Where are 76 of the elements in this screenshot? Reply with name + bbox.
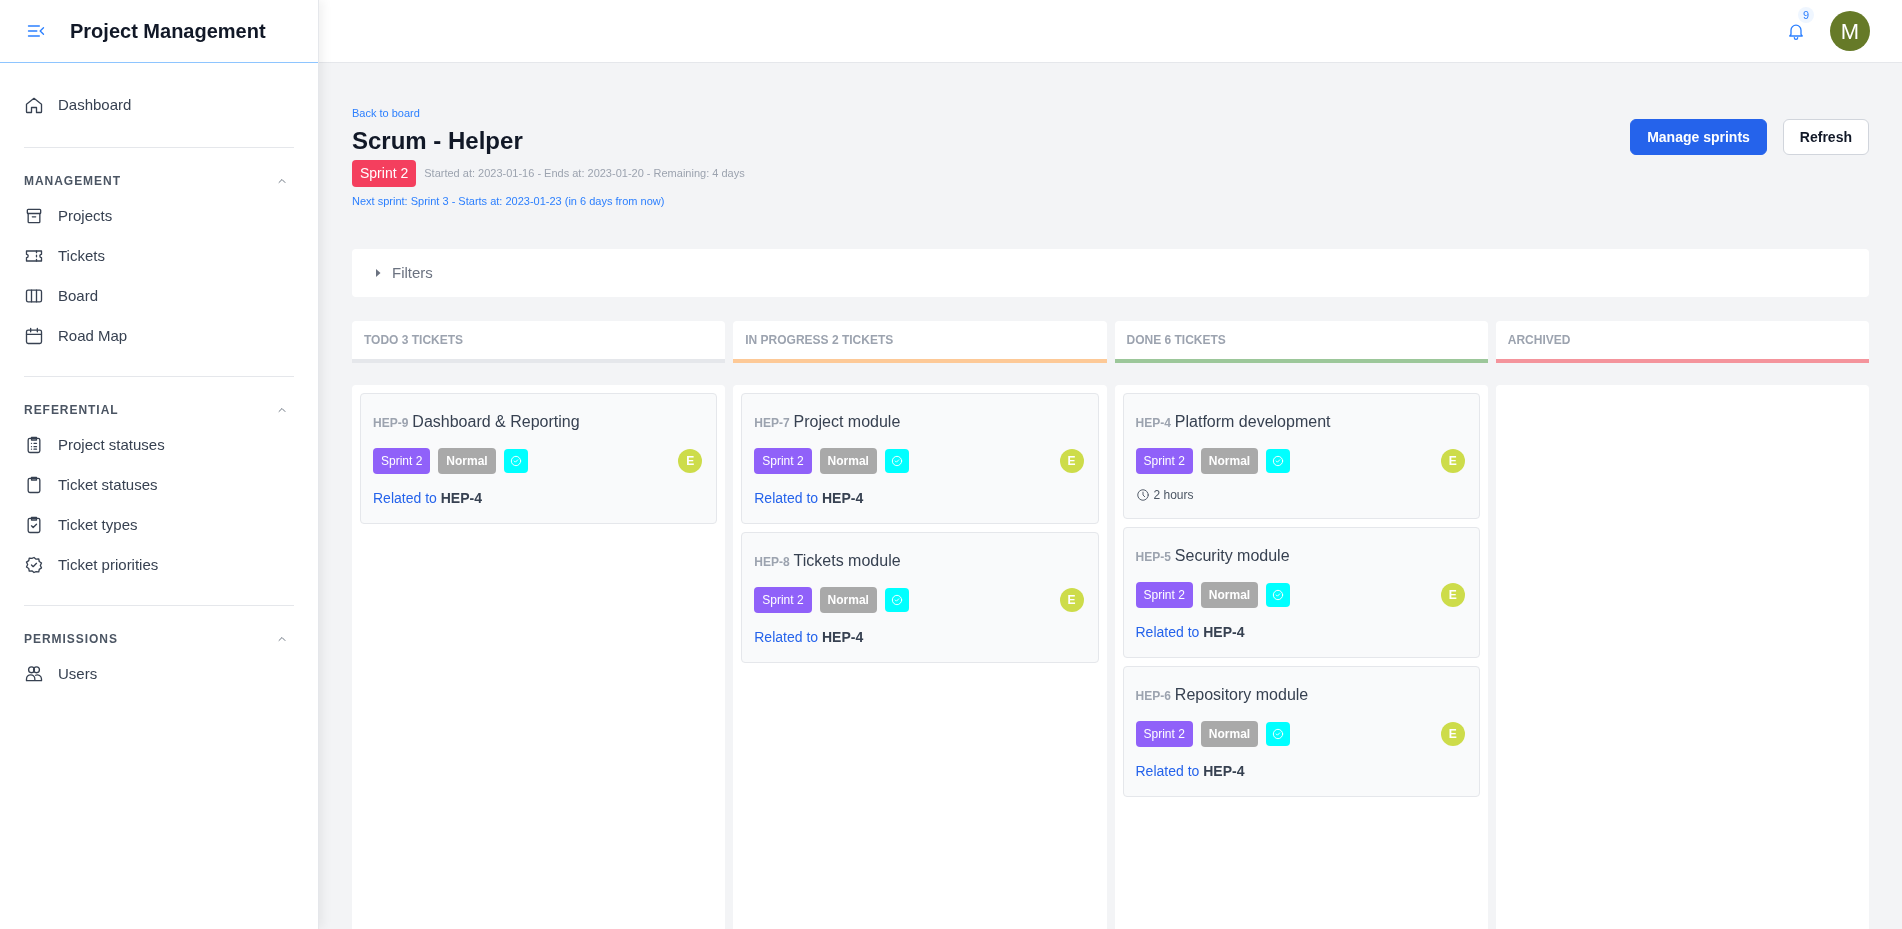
refresh-button[interactable]: Refresh [1782, 119, 1869, 155]
ticket-card[interactable]: HEP-8 Tickets module Sprint 2 Normal E Related to HEP-4 [741, 532, 1099, 663]
users-icon [24, 664, 44, 684]
back-link[interactable]: Back to board [352, 105, 420, 122]
sidebar-item[interactable]: Project statuses [0, 425, 318, 465]
related-ticket-text: Related to HEP-4 [754, 628, 865, 647]
sidebar-item[interactable]: Road Map [0, 316, 318, 356]
ticket-card[interactable]: HEP-5 Security module Sprint 2 Normal E Related to HEP-4 [1122, 527, 1480, 658]
check-circle-icon [508, 454, 523, 468]
user-avatar[interactable]: M [1830, 11, 1870, 51]
priority-tag: Normal [1200, 582, 1259, 608]
sidebar-item[interactable]: Board [0, 276, 318, 316]
column-header: DONE 6 TICKETS [1114, 321, 1488, 363]
related-ticket-text: Related to HEP-4 [1135, 623, 1246, 642]
section-header[interactable]: REFERENTIAL [24, 399, 294, 421]
clock-icon [1135, 488, 1150, 502]
ticket-title: HEP-8 Tickets module [754, 551, 902, 571]
sprint-dates: Started at: 2023-01-16 - Ends at: 2023-01-20 - Remaining: 4 days [424, 165, 745, 181]
calendar-icon [24, 326, 44, 346]
manage-sprints-button[interactable]: Manage sprints [1630, 119, 1767, 155]
assignee-avatar: E [678, 449, 703, 473]
filters-toggle[interactable]: Filters [352, 249, 1869, 297]
badge-check-icon [24, 555, 44, 575]
page-title: Scrum - Helper [352, 125, 524, 156]
notification-count: 9 [1798, 7, 1814, 23]
assignee-avatar: E [1059, 588, 1084, 612]
next-sprint-text: Next sprint: Sprint 3 - Starts at: 2023-01-23 (in 6 days from now) [352, 193, 666, 209]
ticket-card[interactable]: HEP-9 Dashboard & Reporting Sprint 2 Normal E Related to HEP-4 [360, 393, 718, 524]
related-ticket-text: Related to HEP-4 [754, 489, 865, 508]
ticket-title: HEP-4 Platform development [1135, 412, 1332, 432]
section-header[interactable]: MANAGEMENT [24, 170, 294, 192]
archive-box-icon [24, 206, 44, 226]
ticket-title: HEP-9 Dashboard & Reporting [373, 412, 581, 432]
sidebar-item[interactable]: Ticket statuses [0, 465, 318, 505]
ticket-title: HEP-7 Project module [754, 412, 902, 432]
section-header[interactable]: PERMISSIONS [24, 628, 294, 650]
sidebar-item[interactable]: Projects [0, 196, 318, 236]
priority-tag: Normal [819, 448, 877, 474]
ticket-title: HEP-5 Security module [1135, 546, 1291, 566]
ticket-card[interactable]: HEP-4 Platform development Sprint 2 Normal E 2 hours [1122, 393, 1480, 519]
column-header: TODO 3 TICKETS [352, 321, 726, 363]
priority-tag: Normal [1200, 721, 1259, 747]
ticket-title: HEP-6 Repository module [1135, 685, 1310, 705]
related-ticket-text: Related to HEP-4 [1135, 762, 1246, 781]
home-icon [24, 95, 44, 115]
priority-tag: Normal [819, 587, 877, 613]
column-header: IN PROGRESS 2 TICKETS [733, 321, 1107, 363]
assignee-avatar: E [1440, 583, 1465, 607]
sprint-tag: Sprint 2 [754, 448, 812, 474]
ticket-card[interactable]: HEP-7 Project module Sprint 2 Normal E Related to HEP-4 [741, 393, 1099, 524]
check-circle-icon [889, 593, 904, 607]
sprint-tag: Sprint 2 [1135, 582, 1193, 608]
sidebar-item[interactable]: Ticket types [0, 505, 318, 545]
check-circle-icon [1271, 727, 1286, 741]
estimate-text: 2 hours [1153, 487, 1194, 504]
sprint-tag: Sprint 2 [754, 587, 812, 613]
sprint-badge: Sprint 2 [352, 159, 417, 187]
sprint-tag: Sprint 2 [1135, 721, 1193, 747]
app-title: Project Management [70, 19, 266, 44]
sidebar-item[interactable]: Tickets [0, 236, 318, 276]
check-circle-icon [1271, 454, 1286, 468]
related-ticket-text: Related to HEP-4 [373, 489, 483, 508]
assignee-avatar: E [1440, 449, 1465, 473]
sprint-tag: Sprint 2 [373, 448, 431, 474]
assignee-avatar: E [1440, 722, 1465, 746]
sprint-tag: Sprint 2 [1135, 448, 1193, 474]
ticket-card[interactable]: HEP-6 Repository module Sprint 2 Normal E Related to HEP-4 [1122, 666, 1480, 797]
check-circle-icon [889, 454, 904, 468]
priority-tag: Normal [1200, 448, 1259, 474]
priority-tag: Normal [438, 448, 496, 474]
assignee-avatar: E [1059, 449, 1084, 473]
sidebar-item[interactable]: Ticket priorities [0, 545, 318, 585]
check-circle-icon [1271, 588, 1286, 602]
column-header: ARCHIVED [1495, 321, 1869, 363]
sidebar-item[interactable]: Dashboard [0, 85, 318, 125]
sidebar-item[interactable]: Users [0, 654, 318, 694]
